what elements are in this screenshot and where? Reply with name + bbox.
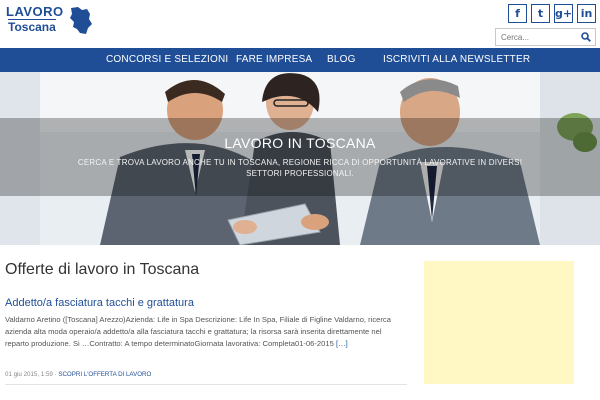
- logo-line2: Toscana: [8, 19, 56, 34]
- hero-banner: LAVORO IN TOSCANA CERCA E TROVA LAVORO A…: [0, 72, 600, 245]
- page-title: Offerte di lavoro in Toscana: [5, 261, 200, 278]
- post-excerpt-text: Valdarno Aretino ([Toscana] Arezzo)Azien…: [5, 315, 391, 348]
- main-content: Offerte di lavoro in Toscana Addetto/a f…: [0, 245, 600, 400]
- nav-item-newsletter[interactable]: ISCRIVITI ALLA NEWSLETTER: [383, 48, 530, 72]
- hero-title: LAVORO IN TOSCANA: [224, 135, 376, 151]
- post-meta: 01 giu 2015, 1:59 · SCOPRI L'OFFERTA DI …: [5, 371, 151, 378]
- nav-item-fare-impresa[interactable]: FARE IMPRESA: [236, 48, 312, 72]
- nav-item-concorsi[interactable]: CONCORSI E SELEZIONI: [106, 48, 228, 72]
- post-divider: [5, 384, 407, 385]
- view-offer-link[interactable]: SCOPRI L'OFFERTA DI LAVORO: [58, 371, 151, 378]
- search-icon[interactable]: [581, 32, 591, 42]
- post-title-link[interactable]: Addetto/a fasciatura tacchi e grattatura: [5, 297, 194, 309]
- logo-line1: LAVORO: [6, 4, 64, 19]
- nav-item-blog[interactable]: BLOG: [327, 48, 356, 72]
- search-box: [495, 28, 596, 46]
- search-input[interactable]: [496, 29, 580, 45]
- facebook-icon[interactable]: f: [508, 4, 527, 23]
- social-links: f t g+ in: [508, 4, 596, 23]
- site-logo[interactable]: LAVORO Toscana: [6, 4, 96, 40]
- post-date: 01 giu 2015, 1:59: [5, 371, 53, 378]
- main-nav: CONCORSI E SELEZIONI FARE IMPRESA BLOG I…: [0, 48, 600, 72]
- sidebar-ad-box: [424, 261, 574, 384]
- tuscany-map-icon: [70, 7, 92, 34]
- hero-subtitle: CERCA E TROVA LAVORO ANCHE TU IN TOSCANA…: [77, 158, 523, 178]
- google-plus-icon[interactable]: g+: [554, 4, 573, 23]
- post-excerpt: Valdarno Aretino ([Toscana] Arezzo)Azien…: [5, 314, 403, 350]
- linkedin-icon[interactable]: in: [577, 4, 596, 23]
- read-more-link[interactable]: […]: [336, 339, 348, 348]
- site-header: LAVORO Toscana f t g+ in: [0, 0, 600, 48]
- twitter-icon[interactable]: t: [531, 4, 550, 23]
